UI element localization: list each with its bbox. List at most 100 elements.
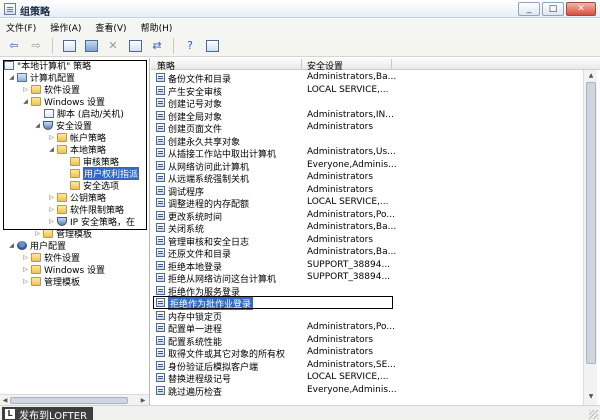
tree-item-user-software[interactable]: ▷ 软件设置 xyxy=(22,252,80,264)
table-row[interactable]: 调试程序 Administrators xyxy=(151,185,581,198)
menu-view[interactable]: 查看(V) xyxy=(95,21,126,34)
tree-item-scripts[interactable]: 脚本 (启动/关机) xyxy=(44,108,124,120)
properties-icon[interactable] xyxy=(127,38,143,54)
table-row[interactable]: 从插接工作站中取出计算机 Administrators,Us... xyxy=(151,147,581,160)
tree-item-admin-templates[interactable]: ▷ 管理模板 xyxy=(34,228,92,240)
table-row[interactable]: 关闭系统 Administrators,Ba... xyxy=(151,222,581,235)
tree-item-user-config[interactable]: ◢ 用户配置 xyxy=(8,240,66,252)
policy-setting: Administrators xyxy=(307,234,374,245)
scroll-right-icon[interactable]: ▶ xyxy=(139,396,147,405)
show-tree-icon[interactable] xyxy=(83,38,99,54)
table-row[interactable]: 产生安全审核 LOCAL SERVICE,... xyxy=(151,85,581,98)
table-row[interactable]: 管理审核和安全日志 Administrators xyxy=(151,234,581,248)
maximize-button[interactable]: □ xyxy=(542,2,564,16)
table-row[interactable]: 从远端系统强制关机 Administrators xyxy=(151,172,581,185)
table-row[interactable]: 创建全局对象 Administrators,IN... xyxy=(151,110,581,123)
back-arrow-icon[interactable]: ⇦ xyxy=(6,38,22,54)
table-row[interactable]: 拒绝从网络访问这台计算机 SUPPORT_38894... xyxy=(151,272,581,285)
collapse-icon[interactable]: ◢ xyxy=(8,74,15,81)
table-row[interactable]: 拒绝作为服务登录 xyxy=(151,285,581,298)
extend-view-icon[interactable] xyxy=(204,38,220,54)
table-row[interactable]: 内存中锁定页 xyxy=(151,310,581,323)
expand-icon[interactable]: ▷ xyxy=(48,194,55,201)
up-folder-icon[interactable] xyxy=(61,38,77,54)
policy-setting: Administrators,SE... xyxy=(307,359,396,370)
policy-name: 拒绝本地登录 xyxy=(168,262,223,273)
table-row[interactable]: 拒绝本地登录 SUPPORT_38894... xyxy=(151,260,581,273)
table-row[interactable]: 跳过遍历检查 Everyone,Adminis... xyxy=(151,385,581,398)
menu-action[interactable]: 操作(A) xyxy=(50,21,81,34)
tree-item-local-policies[interactable]: ◢ 本地策略 xyxy=(48,144,106,156)
column-divider[interactable] xyxy=(391,59,392,69)
expand-icon[interactable]: ▷ xyxy=(34,230,41,237)
tree-item-ip-security[interactable]: ▷ IP 安全策略，在 xyxy=(48,216,135,228)
tree-item-root[interactable]: "本地计算机" 策略 xyxy=(4,60,91,72)
table-row[interactable]: 替换进程级记号 LOCAL SERVICE,... xyxy=(151,372,581,385)
minimize-button[interactable]: _ xyxy=(518,2,540,16)
folder-icon xyxy=(57,145,67,154)
tree-item-security-settings[interactable]: ◢ 安全设置 xyxy=(34,120,92,132)
table-row[interactable]: 配置单一进程 Administrators,Po... xyxy=(151,322,581,335)
tree-item-user-admin-templates[interactable]: ▷ 管理模板 xyxy=(22,276,80,288)
tree-item-software-restriction[interactable]: ▷ 软件限制策略 xyxy=(48,204,124,216)
refresh-icon[interactable]: ⇄ xyxy=(149,38,165,54)
tree-item-computer-config[interactable]: ◢ 计算机配置 xyxy=(8,72,75,84)
collapse-icon[interactable]: ◢ xyxy=(48,146,55,153)
delete-icon[interactable]: ✕ xyxy=(105,38,121,54)
tree-horizontal-scrollbar[interactable]: ◀ ▶ xyxy=(0,394,149,405)
expand-icon[interactable]: ▷ xyxy=(48,134,55,141)
help-icon[interactable]: ? xyxy=(182,38,198,54)
table-row[interactable]: 还原文件和目录 Administrators,Ba... xyxy=(151,247,581,260)
table-row[interactable]: 备份文件和目录 Administrators,Ba... xyxy=(151,72,581,85)
expand-icon[interactable]: ▷ xyxy=(22,86,29,93)
table-row[interactable]: 更改系统时间 Administrators,Po... xyxy=(151,210,581,223)
scroll-up-icon[interactable]: ▲ xyxy=(586,71,596,81)
scrollbar-thumb[interactable] xyxy=(586,82,596,364)
tree-item-windows-settings[interactable]: ◢ Windows 设置 xyxy=(22,96,105,108)
close-button[interactable]: ✕ xyxy=(566,2,596,16)
expand-icon[interactable]: ▷ xyxy=(48,218,55,225)
table-row[interactable]: 取得文件或其它对象的所有权 Administrators xyxy=(151,347,581,360)
table-row[interactable]: 从网络访问此计算机 Everyone,Adminis... xyxy=(151,160,581,173)
expand-icon[interactable]: ▷ xyxy=(22,266,29,273)
scroll-left-icon[interactable]: ◀ xyxy=(1,396,9,405)
table-row[interactable]: 身份验证后模拟客户端 Administrators,SE... xyxy=(151,359,581,373)
tree-item-user-windows[interactable]: ▷ Windows 设置 xyxy=(22,264,105,276)
column-header-setting[interactable]: 安全设置 xyxy=(307,59,343,72)
tree-item-public-key[interactable]: ▷ 公钥策略 xyxy=(48,192,106,204)
tree-item-user-rights[interactable]: 用户权利指派 xyxy=(70,167,140,180)
tree-item-software-settings[interactable]: ▷ 软件设置 xyxy=(22,84,80,96)
policy-name: 关闭系统 xyxy=(168,225,205,235)
resize-grip-icon[interactable] xyxy=(589,410,598,419)
collapse-icon[interactable]: ◢ xyxy=(22,98,29,105)
tree-item-security-options[interactable]: 安全选项 xyxy=(70,180,119,192)
policy-list[interactable]: 策略 安全设置 备份文件和目录 Administrators,Ba... 产生安全审… xyxy=(151,58,600,405)
list-vertical-scrollbar[interactable]: ▲ ▼ xyxy=(583,70,597,405)
menu-file[interactable]: 文件(F) xyxy=(6,21,36,34)
console-tree[interactable]: "本地计算机" 策略 ◢ 计算机配置 ▷ 软件设置 ◢ Windows 设置 脚… xyxy=(0,58,150,405)
table-row[interactable]: 创建页面文件 Administrators xyxy=(151,122,581,135)
column-divider[interactable] xyxy=(301,59,302,69)
scroll-down-icon[interactable]: ▼ xyxy=(586,392,596,402)
folder-icon xyxy=(70,181,80,190)
policy-icon xyxy=(156,148,165,157)
table-row[interactable]: 创建永久共享对象 xyxy=(151,135,581,148)
forward-arrow-icon[interactable]: ⇨ xyxy=(28,38,44,54)
policy-icon xyxy=(156,285,165,295)
extend-view-glyph xyxy=(205,39,219,52)
table-row[interactable]: 配置系统性能 Administrators xyxy=(151,335,581,348)
scrollbar-thumb[interactable] xyxy=(10,397,128,404)
expand-icon[interactable]: ▷ xyxy=(22,254,29,261)
up-folder-glyph xyxy=(62,39,76,52)
expand-icon[interactable]: ▷ xyxy=(22,278,29,285)
table-row[interactable]: 调整进程的内存配额 LOCAL SERVICE,... xyxy=(151,197,581,210)
tree-item-audit-policy[interactable]: 审核策略 xyxy=(70,156,119,168)
tree-item-account-policies[interactable]: ▷ 帐户策略 xyxy=(48,132,106,144)
collapse-icon[interactable]: ◢ xyxy=(8,242,15,249)
menu-help[interactable]: 帮助(H) xyxy=(141,21,173,34)
column-header-policy[interactable]: 策略 xyxy=(157,59,175,72)
table-row[interactable]: 创建记号对象 xyxy=(151,97,581,110)
folder-icon xyxy=(31,85,41,94)
expand-icon[interactable]: ▷ xyxy=(48,206,55,213)
collapse-icon[interactable]: ◢ xyxy=(34,122,41,129)
